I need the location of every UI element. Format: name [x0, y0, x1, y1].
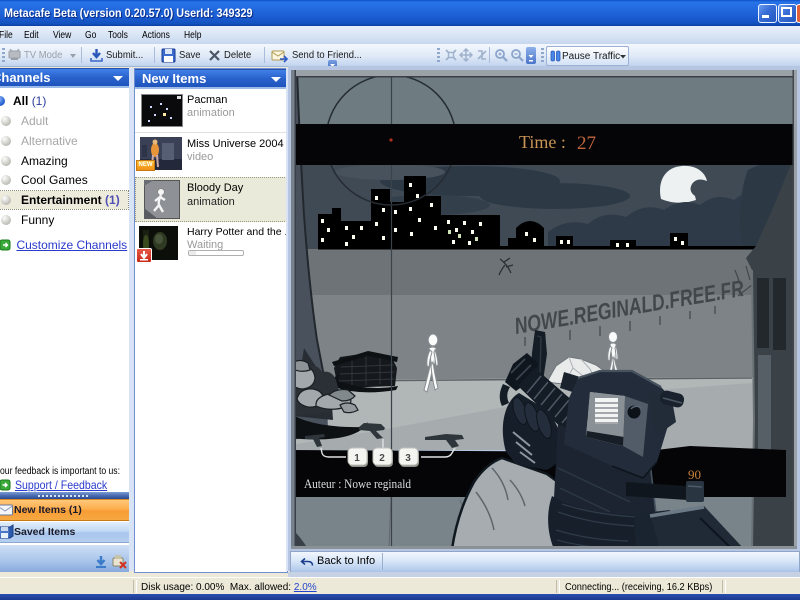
svg-text:1: 1 [354, 453, 360, 464]
svg-text:27: 27 [577, 133, 596, 154]
svg-text:3: 3 [405, 453, 411, 464]
svg-text:Auteur : Nowe reginald: Auteur : Nowe reginald [304, 477, 412, 491]
svg-text:2: 2 [379, 453, 385, 464]
svg-text:Time :: Time : [519, 132, 566, 152]
svg-text:90: 90 [688, 467, 701, 482]
